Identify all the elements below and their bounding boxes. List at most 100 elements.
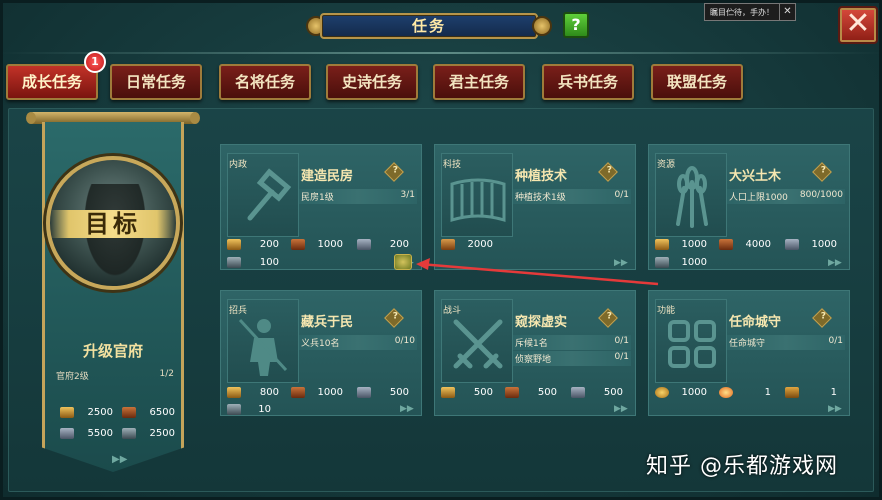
goal-cost: 6500 [122, 404, 178, 420]
task-card-farming-tech[interactable]: 科技 种植技术 ? 种植技术1级 0/1 2000 [434, 144, 636, 270]
wood-icon [291, 387, 305, 398]
task-type: 资源 [657, 160, 676, 170]
reward-chest-icon[interactable] [394, 254, 412, 270]
annotation-arrow-icon [416, 258, 659, 286]
goal-label: 目标 [50, 210, 176, 238]
tooltip-popup: 瞩目伫待，手办！ ✕ [704, 3, 796, 21]
expand-arrow-icon[interactable]: ▶▶ [112, 454, 127, 465]
requirement-text: 侦察野地 [515, 355, 552, 365]
help-button[interactable]: ? [563, 12, 589, 38]
cost-value: 2000 [467, 239, 493, 250]
troop-icon [122, 427, 136, 439]
watermark: 知乎 @乐都游戏网 [646, 454, 838, 479]
requirement-text: 人口上限1000 [729, 193, 788, 203]
task-card-scout[interactable]: 战斗 窥探虚实 ? 斥候1名 0/1 侦察野地 0/1 500 500 500 [434, 290, 636, 416]
food-icon [441, 239, 455, 250]
cost-value: 2500 [87, 406, 113, 418]
task-cost: 10 [227, 402, 271, 417]
cost-value: 500 [389, 387, 409, 398]
tab-war-book[interactable]: 兵书任务 [542, 64, 634, 100]
goal-banner[interactable]: 目标 升级官府 官府2级 1/2 2500 6500 5500 2500 ▶▶ [26, 112, 200, 477]
requirement-progress: 0/1 [614, 336, 629, 346]
help-mark: ? [606, 311, 613, 322]
expand-arrow-icon[interactable]: ▶▶ [828, 258, 842, 268]
expand-arrow-icon[interactable]: ▶▶ [828, 404, 842, 414]
expand-arrow-icon[interactable]: ▶▶ [614, 404, 628, 414]
task-card-recruit[interactable]: 招兵 藏兵于民 ? 义兵10名 0/10 800 1000 500 10 [220, 290, 422, 416]
iron-icon [357, 387, 371, 398]
task-type: 战斗 [443, 306, 462, 316]
task-type: 科技 [443, 160, 462, 170]
help-diamond-icon[interactable]: ? [598, 308, 618, 328]
goal-title: 升级官府 [82, 342, 143, 360]
goal-medallion: 目标 [46, 156, 180, 290]
requirement-text: 义兵10名 [301, 339, 340, 349]
task-requirement: 侦察野地 0/1 [513, 351, 631, 366]
help-diamond-icon[interactable]: ? [812, 308, 832, 328]
tab-alliance[interactable]: 联盟任务 [651, 64, 743, 100]
help-mark: ? [820, 165, 827, 176]
task-card-build-house[interactable]: 内政 建造民房 ? 民房1级 3/1 200 1000 200 100 [220, 144, 422, 270]
task-name: 窥探虚实 [515, 315, 568, 330]
expand-arrow-icon[interactable]: ▶▶ [400, 404, 414, 414]
task-cost: 1000 [785, 237, 837, 252]
cost-value: 10 [258, 404, 271, 415]
goal-cost: 2500 [122, 425, 178, 441]
copper-icon [227, 239, 241, 250]
header-divider [0, 52, 882, 54]
cost-value: 200 [389, 239, 409, 250]
task-cost: 4000 [719, 237, 771, 252]
tab-lord[interactable]: 君主任务 [433, 64, 525, 100]
help-diamond-icon[interactable]: ? [384, 162, 404, 182]
goal-cost: 5500 [60, 425, 116, 441]
task-cost: 500 [441, 385, 493, 400]
iron-icon [357, 239, 371, 250]
tooltip-close-icon[interactable]: ✕ [779, 4, 795, 20]
help-diamond-icon[interactable]: ? [598, 162, 618, 182]
cost-value: 500 [537, 387, 557, 398]
cost-value: 1000 [317, 387, 343, 398]
task-name: 建造民房 [301, 169, 354, 184]
cost-value: 1 [830, 387, 837, 398]
help-diamond-icon[interactable]: ? [812, 162, 832, 182]
cost-value: 100 [259, 257, 279, 268]
task-cost: 500 [505, 385, 557, 400]
task-cost: 100 [227, 255, 279, 270]
task-card-appoint-guard[interactable]: 功能 任命城守 ? 任命城守 0/1 1000 1 1 [648, 290, 850, 416]
cost-value: 2500 [149, 427, 175, 439]
task-requirement: 种植技术1级 0/1 [513, 189, 631, 204]
tab-epic[interactable]: 史诗任务 [326, 64, 418, 100]
iron-icon [785, 239, 799, 250]
task-cost: 800 [227, 385, 279, 400]
task-requirement: 义兵10名 0/10 [299, 335, 417, 350]
task-name: 藏兵于民 [301, 315, 354, 330]
cost-value: 4000 [745, 239, 771, 250]
help-mark: ? [392, 165, 399, 176]
troop-icon [227, 404, 241, 415]
task-requirement: 任命城守 0/1 [727, 335, 845, 350]
tooltip-text: 瞩目伫待，手办！ [710, 7, 774, 17]
cost-value: 200 [259, 239, 279, 250]
task-cost: 1000 [655, 385, 707, 400]
title-ornament-icon [532, 16, 552, 36]
tab-daily[interactable]: 日常任务 [110, 64, 202, 100]
copper-icon [227, 387, 241, 398]
requirement-progress: 3/1 [400, 190, 415, 200]
copper-icon [655, 239, 669, 250]
requirement-text: 民房1级 [301, 193, 334, 203]
cost-value: 500 [603, 387, 623, 398]
tab-growth[interactable]: 成长任务 [6, 64, 98, 100]
task-cost: 1000 [291, 385, 343, 400]
window-title: 任务 [306, 8, 552, 44]
requirement-progress: 0/10 [394, 336, 415, 346]
cost-value: 5500 [87, 427, 113, 439]
help-diamond-icon[interactable]: ? [384, 308, 404, 328]
task-cost: 200 [227, 237, 279, 252]
close-button[interactable]: ✕ [838, 6, 878, 44]
copper-icon [441, 387, 455, 398]
cost-value: 6500 [149, 406, 175, 418]
cost-value: 1000 [681, 239, 707, 250]
tab-general[interactable]: 名将任务 [219, 64, 311, 100]
task-type: 内政 [229, 160, 248, 170]
task-card-construction[interactable]: 资源 大兴土木 ? 人口上限1000 800/1000 1000 4000 10… [648, 144, 850, 270]
